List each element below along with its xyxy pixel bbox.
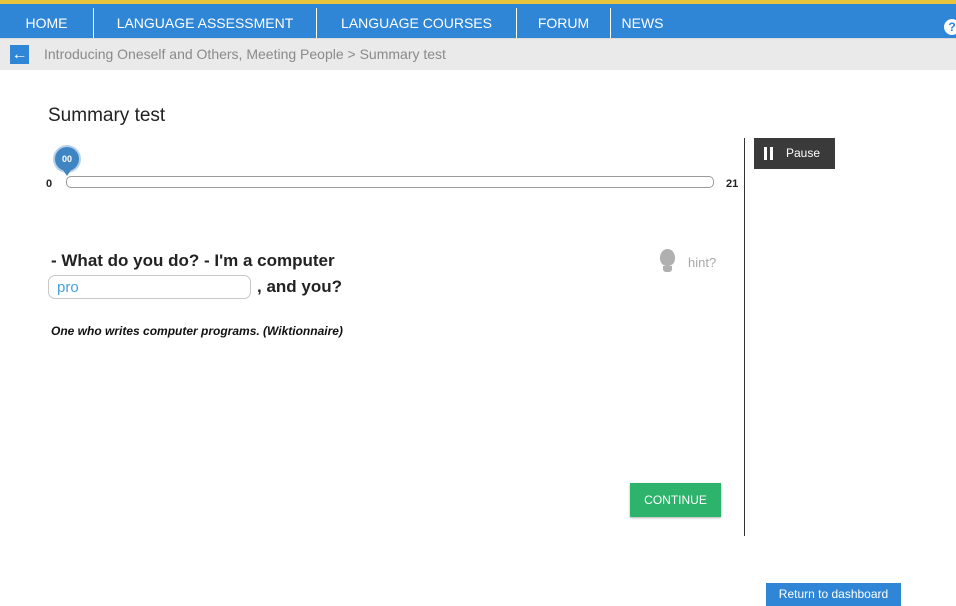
answer-input[interactable] <box>48 275 251 299</box>
nav-item-home[interactable]: HOME <box>0 8 94 38</box>
vertical-divider <box>744 138 745 536</box>
nav-item-language-courses[interactable]: LANGUAGE COURSES <box>317 8 517 38</box>
hint-label: hint? <box>688 255 717 270</box>
return-to-dashboard-button[interactable]: Return to dashboard <box>766 583 901 606</box>
page-title: Summary test <box>48 105 166 126</box>
breadcrumb-text: Introducing Oneself and Others, Meeting … <box>44 46 446 62</box>
question-text: - What do you do? - I'm a computer <box>51 251 335 270</box>
progress-bar <box>66 176 714 188</box>
breadcrumb: ← Introducing Oneself and Others, Meetin… <box>0 39 956 70</box>
hint-button[interactable]: hint? <box>657 247 727 277</box>
nav-item-language-assessment[interactable]: LANGUAGE ASSESSMENT <box>94 8 317 38</box>
continue-button[interactable]: CONTINUE <box>630 483 721 517</box>
pause-label: Pause <box>786 146 821 160</box>
pause-icon <box>764 147 774 160</box>
main-navigation: HOME LANGUAGE ASSESSMENT LANGUAGE COURSE… <box>0 4 956 39</box>
nav-item-news[interactable]: NEWS <box>611 8 674 38</box>
lightbulb-icon <box>657 247 677 277</box>
question-mark-icon[interactable]: ? <box>944 19 956 35</box>
progress-min-label: 0 <box>46 178 53 190</box>
arrow-left-icon[interactable]: ← <box>10 45 29 64</box>
question-suffix: , and you? <box>257 277 342 296</box>
nav-item-forum[interactable]: FORUM <box>517 8 611 38</box>
definition-text: One who writes computer programs. (Wikti… <box>51 324 343 338</box>
progress-marker: 00 <box>55 147 79 171</box>
progress-max-label: 21 <box>726 178 739 190</box>
pause-button[interactable]: Pause <box>754 138 835 169</box>
